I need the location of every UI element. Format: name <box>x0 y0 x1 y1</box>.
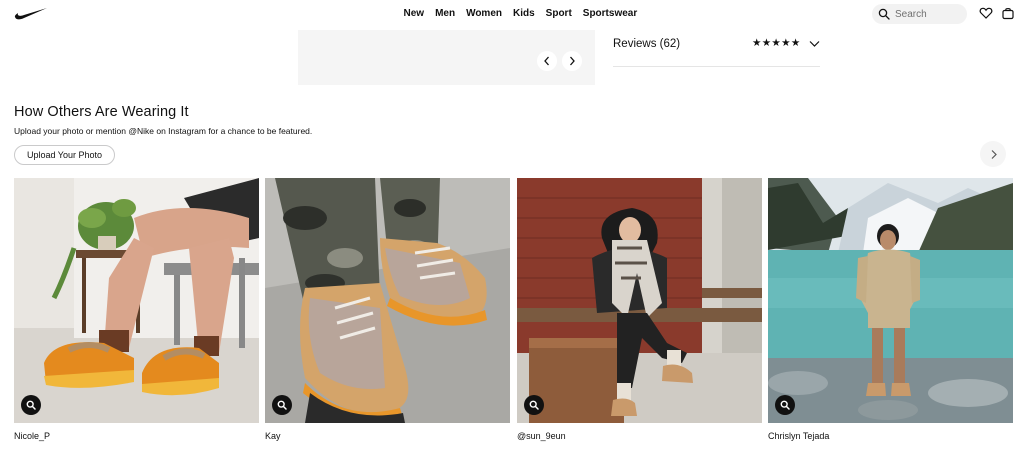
ugc-photo-image <box>768 178 1013 423</box>
main-nav: New Men Women Kids Sport Sportswear <box>398 8 643 19</box>
zoom-button[interactable] <box>21 395 41 415</box>
ugc-photo-image <box>517 178 762 423</box>
nav-women[interactable]: Women <box>461 8 508 19</box>
gallery-next-button[interactable] <box>562 51 582 71</box>
search-icon <box>780 400 790 410</box>
carousel-next-button[interactable] <box>980 141 1006 167</box>
ugc-photo-image <box>14 178 259 423</box>
search-icon <box>277 400 287 410</box>
nav-new[interactable]: New <box>398 8 430 19</box>
search-icon <box>878 8 890 20</box>
ugc-photo[interactable] <box>768 178 1013 423</box>
ugc-photo[interactable] <box>14 178 259 423</box>
ugc-photo[interactable] <box>517 178 762 423</box>
gallery-prev-button[interactable] <box>537 51 557 71</box>
nav-sportswear[interactable]: Sportswear <box>577 8 642 19</box>
site-header: New Men Women Kids Sport Sportswear <box>0 0 1024 28</box>
ugc-subtitle: Upload your photo or mention @Nike on In… <box>14 126 313 136</box>
ugc-photo[interactable] <box>265 178 510 423</box>
chevron-right-icon <box>570 56 575 66</box>
reviews-accordion[interactable]: Reviews (62) ★★★★★ <box>613 30 820 67</box>
reviews-label: Reviews (62) <box>613 38 681 50</box>
ugc-photo-image <box>265 178 510 423</box>
photo-caption: Chrislyn Tejada <box>768 431 830 441</box>
photo-caption: Kay <box>265 431 281 441</box>
chevron-right-icon <box>991 149 997 159</box>
zoom-button[interactable] <box>272 395 292 415</box>
search-icon <box>26 400 36 410</box>
search-box[interactable] <box>872 4 967 24</box>
nav-kids[interactable]: Kids <box>508 8 541 19</box>
zoom-button[interactable] <box>775 395 795 415</box>
photo-caption: @sun_9eun <box>517 431 566 441</box>
nav-sport[interactable]: Sport <box>540 8 577 19</box>
ugc-title: How Others Are Wearing It <box>14 104 189 120</box>
swoosh-logo[interactable] <box>14 5 48 21</box>
chevron-left-icon <box>544 56 549 66</box>
chevron-down-icon <box>809 41 820 47</box>
bag-icon[interactable] <box>1001 6 1015 20</box>
heart-icon[interactable] <box>979 6 993 20</box>
search-input[interactable] <box>895 8 965 20</box>
photo-caption: Nicole_P <box>14 431 51 441</box>
zoom-button[interactable] <box>524 395 544 415</box>
upload-photo-button[interactable]: Upload Your Photo <box>14 145 115 165</box>
nav-men[interactable]: Men <box>430 8 461 19</box>
rating-stars: ★★★★★ <box>752 37 801 49</box>
search-icon <box>529 400 539 410</box>
